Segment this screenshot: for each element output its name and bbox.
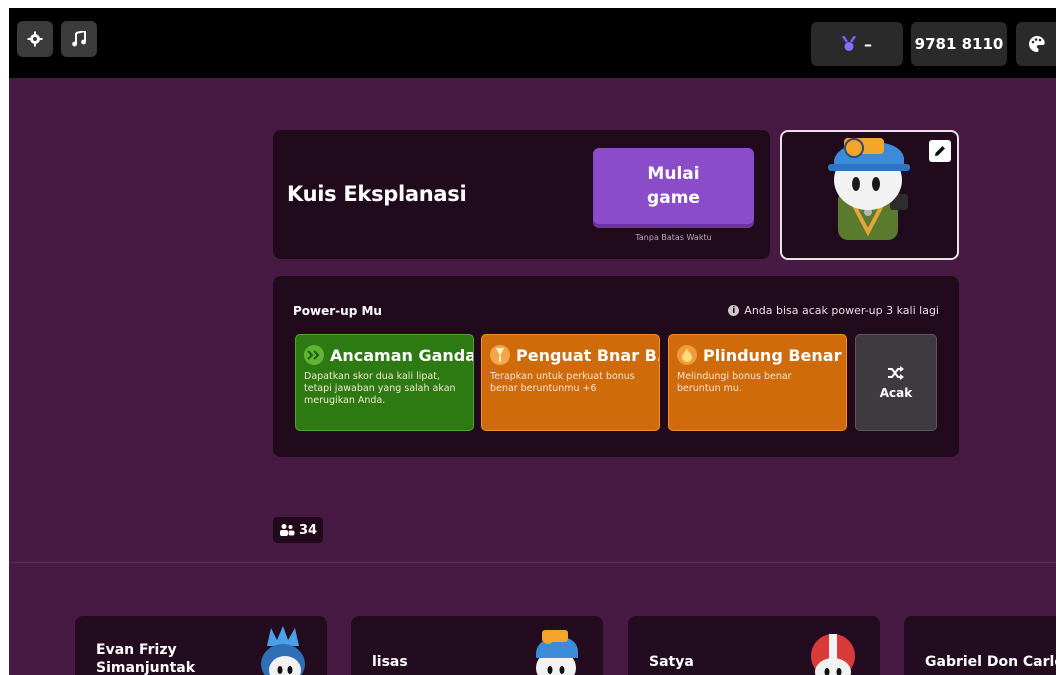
shuffle-icon [888, 365, 904, 380]
quiz-title: Kuis Eksplanasi [287, 182, 467, 206]
game-code-text: 9781 8110 [914, 35, 1004, 53]
powerup-card-streak-saver[interactable]: Plindung Benar ... Melindungi bonus bena… [668, 334, 847, 431]
info-icon: i [728, 305, 740, 316]
player-card: Gabriel Don Carlos [904, 616, 1056, 675]
shuffle-button[interactable]: Acak [855, 334, 937, 431]
rank-indicator[interactable]: – [811, 22, 903, 66]
player-avatar [811, 634, 855, 675]
divider [9, 562, 1056, 563]
powerup-heading: Power-up Mu [293, 304, 382, 318]
powerup-title: Ancaman Ganda [330, 345, 474, 365]
settings-button[interactable] [17, 21, 53, 57]
streak-booster-icon [490, 345, 510, 365]
player-card: lisas [351, 616, 603, 675]
quiz-card: Kuis Eksplanasi Mulai game Tanpa Batas W… [273, 130, 770, 259]
music-note-icon [72, 31, 86, 47]
powerup-card-streak-booster[interactable]: Penguat Bnar B... Terapkan untuk perkuat… [481, 334, 660, 431]
gear-icon [27, 31, 43, 47]
game-lobby: – 9781 8110 Kuis Eksplanasi Mulai game T… [9, 8, 1056, 675]
player-name: Satya [649, 654, 694, 670]
powerup-title-row: Penguat Bnar B... [490, 345, 659, 365]
theme-button[interactable] [1016, 22, 1056, 66]
double-jeopardy-icon [304, 345, 324, 365]
powerup-panel: Power-up Mu i Anda bisa acak power-up 3 … [273, 276, 959, 457]
pencil-icon [935, 146, 945, 156]
player-card: Evan Frizy Simanjuntak [75, 616, 327, 675]
powerup-title-row: Plindung Benar ... [677, 345, 846, 365]
shuffle-label: Acak [879, 385, 913, 400]
shuffle-note-text: Anda bisa acak power-up 3 kali lagi [744, 304, 939, 317]
powerup-description: Terapkan untuk perkuat bonus benar berun… [490, 371, 635, 394]
time-limit-note: Tanpa Batas Waktu [635, 233, 712, 242]
player-name: Gabriel Don Carlos [925, 654, 1056, 670]
flame-icon [677, 345, 697, 365]
players-icon [280, 524, 295, 536]
player-name: lisas [372, 654, 408, 670]
powerup-title: Plindung Benar ... [703, 345, 846, 365]
powerup-description: Melindungi bonus benar beruntun mu. [677, 371, 792, 394]
player-count: 34 [299, 522, 318, 538]
start-game-label: Mulai game [647, 164, 700, 208]
palette-icon [1029, 36, 1045, 52]
edit-avatar-button[interactable] [929, 140, 951, 162]
avatar-card[interactable] [780, 130, 959, 260]
powerup-title: Penguat Bnar B... [516, 345, 660, 365]
powerup-title-row: Ancaman Ganda [304, 345, 473, 365]
start-game-button[interactable]: Mulai game [593, 148, 754, 224]
game-code[interactable]: 9781 8110 [911, 22, 1007, 66]
player-avatar [536, 630, 578, 675]
shuffle-note: i Anda bisa acak power-up 3 kali lagi [728, 304, 939, 317]
powerup-description: Dapatkan skor dua kali lipat, tetapi jaw… [304, 371, 456, 406]
player-avatar [261, 626, 305, 675]
medal-icon [842, 36, 856, 51]
music-button[interactable] [61, 21, 97, 57]
top-bar: – 9781 8110 [9, 8, 1056, 78]
player-name: Evan Frizy Simanjuntak [96, 642, 196, 675]
rank-value: – [864, 34, 872, 54]
player-card: Satya [628, 616, 880, 675]
powerup-card-double-jeopardy[interactable]: Ancaman Ganda Dapatkan skor dua kali lip… [295, 334, 474, 431]
player-count-badge: 34 [273, 517, 324, 543]
